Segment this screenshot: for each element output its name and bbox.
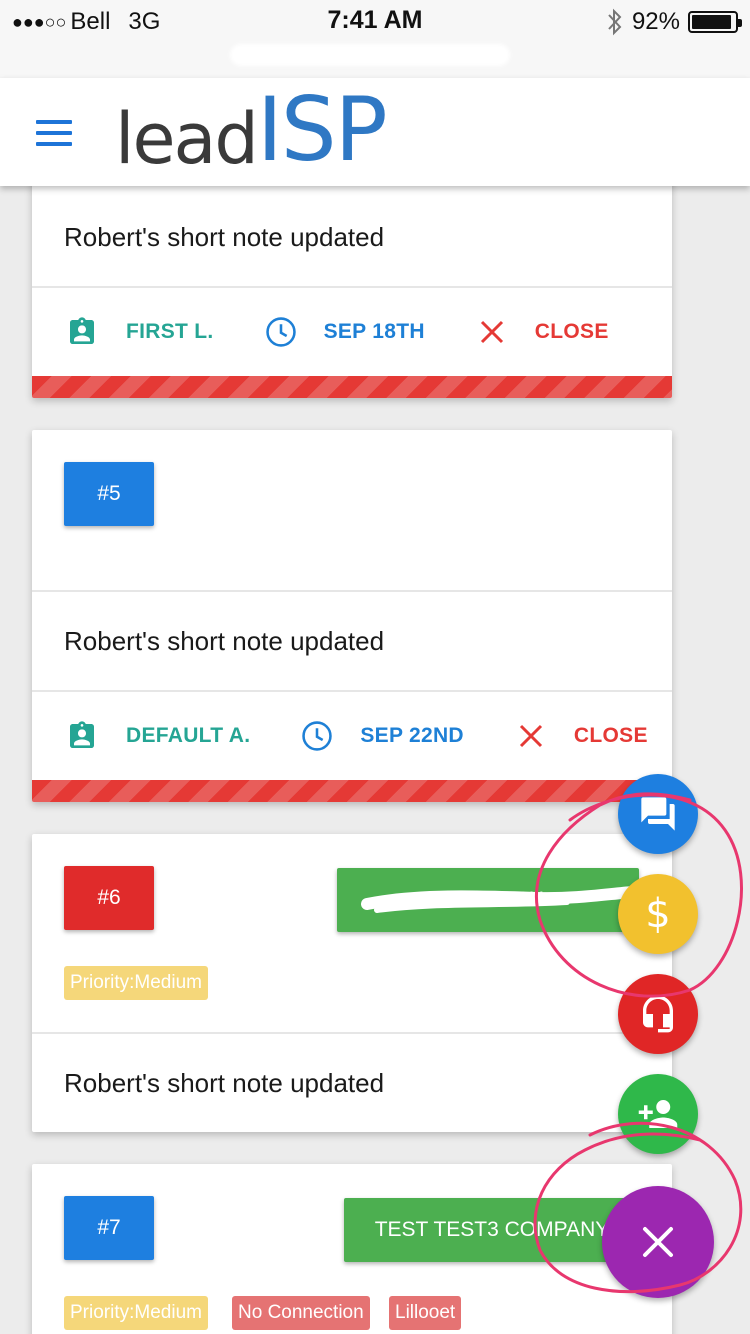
close-action[interactable]: CLOSE [479, 319, 609, 345]
lead-note: Robert's short note updated [64, 1067, 385, 1098]
assignment-ind-icon [70, 721, 94, 748]
close-action[interactable]: CLOSE [518, 723, 648, 749]
assignment-ind-icon [70, 317, 94, 344]
menu-icon[interactable] [36, 120, 72, 146]
app-header: lead ISP [0, 78, 750, 186]
status-stripe [32, 780, 672, 802]
close-icon [643, 1227, 673, 1257]
chat-fab[interactable] [618, 774, 698, 854]
dollar-icon: $ [645, 891, 671, 937]
status-bar: ●●●○○ Bell 3G 7:41 AM 92% [0, 0, 750, 78]
assignee-label: FIRST L. [126, 320, 214, 343]
status-stripe [32, 376, 672, 398]
logo-isp-text: ISP [256, 78, 388, 181]
redaction-scribble [361, 886, 639, 913]
company-button[interactable]: TEST TEST3 COMPANY [344, 1198, 640, 1262]
clock-icon [265, 317, 296, 347]
lead-number-badge[interactable]: #7 [64, 1196, 154, 1260]
company-button[interactable]: OM BEACH [337, 868, 639, 932]
lead-card[interactable]: #5 Robert's short note updated DEFAULT A… [32, 430, 672, 802]
lead-card[interactable]: Robert's short note updated FIRST L. SEP… [32, 160, 672, 398]
date-label: SEP 22ND [360, 724, 464, 747]
note-section: Robert's short note updated [32, 1032, 672, 1132]
redacted-url [230, 44, 510, 66]
location-tag: Lillooet [389, 1296, 462, 1330]
lead-card[interactable]: #6 OM BEACH Priority:Medium Robert's sho… [32, 834, 672, 1132]
support-fab[interactable] [618, 974, 698, 1054]
battery-level [692, 15, 731, 29]
close-label: CLOSE [573, 724, 648, 747]
dollar-fab[interactable]: $ [618, 874, 698, 954]
lead-number-badge[interactable]: #6 [64, 866, 154, 930]
add-person-icon [638, 1100, 678, 1128]
date-action[interactable]: SEP 18TH [264, 315, 425, 349]
card-actions: FIRST L. SEP 18TH CLOSE [32, 286, 672, 376]
device-status: 92% [606, 8, 742, 36]
connection-tag: No Connection [232, 1296, 370, 1330]
battery-icon [688, 11, 742, 33]
card-header: #5 [32, 430, 672, 590]
card-actions: DEFAULT A. SEP 22ND CLOSE [32, 690, 672, 780]
note-section: Robert's short note updated [32, 590, 672, 690]
assignee-action[interactable]: FIRST L. [66, 316, 214, 348]
leadisp-logo[interactable]: lead ISP [115, 78, 388, 181]
close-x-icon [519, 724, 542, 748]
date-action[interactable]: SEP 22ND [300, 719, 464, 753]
bluetooth-icon [608, 8, 622, 36]
battery-percent: 92% [631, 8, 680, 35]
priority-tag: Priority:Medium [64, 1296, 208, 1330]
priority-tag: Priority:Medium [64, 966, 208, 1000]
chat-icon [641, 797, 675, 831]
card-header: #6 OM BEACH Priority:Medium [32, 834, 672, 1032]
close-label: CLOSE [534, 320, 609, 343]
clock-icon [302, 721, 333, 751]
add-contact-fab[interactable] [618, 1074, 698, 1154]
lead-card[interactable]: #7 TEST TEST3 COMPANY Priority:Medium No… [32, 1164, 672, 1334]
logo-lead-text: lead [115, 98, 259, 180]
assignee-action[interactable]: DEFAULT A. [66, 720, 250, 752]
lead-number-badge[interactable]: #5 [64, 462, 154, 526]
lead-note: Robert's short note updated [64, 625, 385, 656]
headset-icon [643, 995, 673, 1033]
date-label: SEP 18TH [323, 320, 425, 343]
close-fab[interactable] [602, 1186, 714, 1298]
assignee-label: DEFAULT A. [126, 724, 251, 747]
close-x-icon [480, 320, 503, 344]
